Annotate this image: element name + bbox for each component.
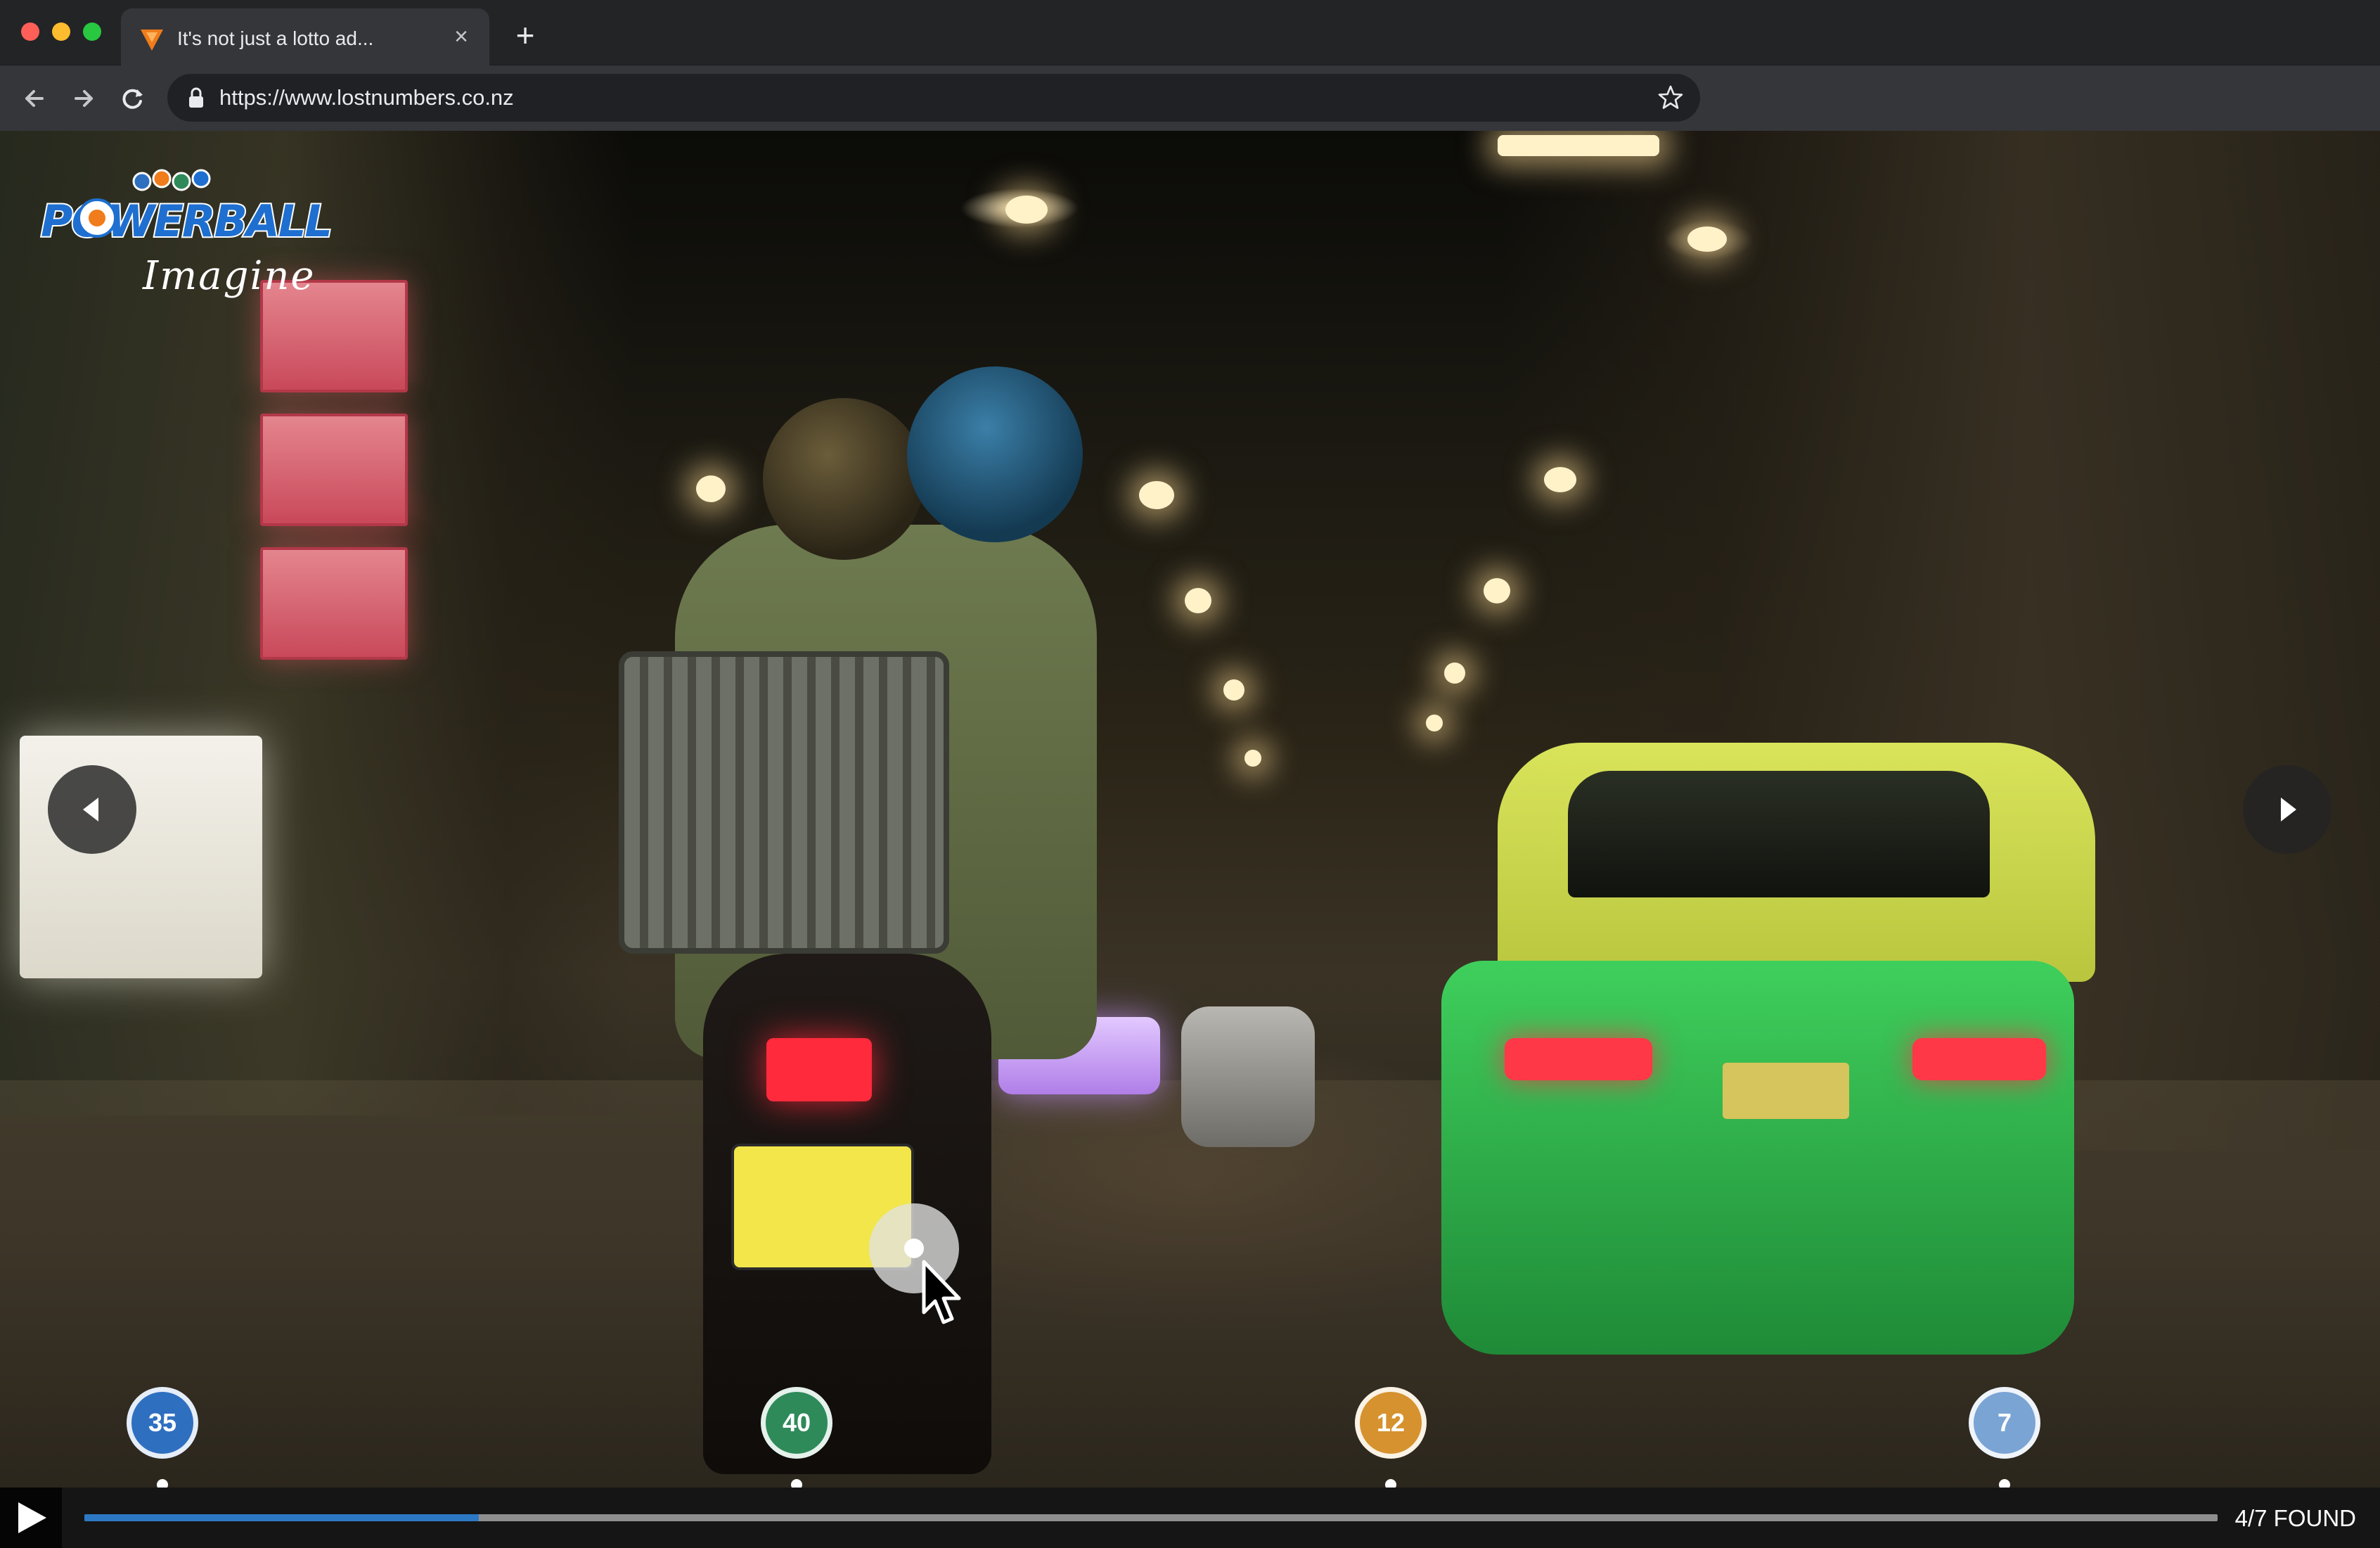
browser-tab-active[interactable]: It's not just a lotto ad... × (121, 8, 489, 65)
street-light (1426, 715, 1443, 731)
browser-tab-bar: It's not just a lotto ad... × + (0, 0, 2380, 65)
powerball-imagine-logo[interactable]: POWERBALL Imagine (39, 166, 334, 299)
motorbike-taillight (766, 1038, 872, 1101)
overhead-light (1498, 135, 1659, 156)
street-light (1005, 196, 1048, 224)
play-icon (18, 1502, 46, 1533)
powerball-triangle-icon (141, 30, 163, 51)
forward-arrow-icon[interactable] (65, 79, 103, 117)
hotspot-center-dot (904, 1239, 924, 1258)
taxi-taillight-left (1505, 1038, 1652, 1080)
street-light (1223, 679, 1244, 701)
address-bar[interactable]: https://www.lostnumbers.co.nz (167, 74, 1700, 122)
found-number-value: 7 (1997, 1408, 2012, 1437)
chevron-left-icon (83, 798, 98, 821)
video-progress-fill (84, 1514, 480, 1521)
reload-icon[interactable] (114, 79, 152, 117)
street-light (696, 475, 726, 502)
play-button[interactable] (0, 1488, 62, 1548)
close-icon[interactable]: × (447, 23, 475, 51)
street-light (1185, 588, 1211, 613)
found-number-marker[interactable]: 35 (127, 1387, 198, 1459)
found-number-marker[interactable]: 12 (1355, 1387, 1427, 1459)
video-frame[interactable] (0, 131, 2380, 1488)
found-number-value: 12 (1376, 1408, 1406, 1437)
next-scene-button[interactable] (2243, 765, 2331, 854)
chevron-right-icon (2281, 798, 2296, 821)
logo-o-emblem (77, 198, 117, 238)
distant-car (1181, 1006, 1315, 1147)
previous-scene-button[interactable] (48, 765, 136, 854)
browser-toolbar: https://www.lostnumbers.co.nz (0, 65, 2380, 131)
lock-icon (189, 87, 203, 108)
taxi-rear-window (1568, 771, 1990, 897)
found-counter: 4/7 FOUND (2234, 1505, 2356, 1531)
street-light (1687, 226, 1727, 252)
logo-tagline: Imagine (143, 253, 316, 299)
tab-title: It's not just a lotto ad... (177, 27, 374, 49)
luggage-rack (619, 651, 949, 954)
rider-helmet-rear (763, 398, 925, 560)
lottery-balls-icon (132, 169, 211, 191)
red-chinese-signs (252, 280, 418, 681)
window-close-button[interactable] (21, 23, 39, 41)
street-light (1484, 578, 1510, 603)
found-number-value: 40 (782, 1408, 811, 1437)
found-number-value: 35 (148, 1408, 177, 1437)
video-progress-bar[interactable] (84, 1514, 2218, 1521)
window-minimize-button[interactable] (52, 23, 70, 41)
plus-icon[interactable]: + (508, 19, 543, 55)
roadside-lightbox-sign (20, 736, 262, 978)
taxi-taillight-right (1912, 1038, 2046, 1080)
rider-helmet-front (907, 366, 1083, 542)
video-control-bar: 4/7 FOUND (0, 1488, 2380, 1548)
street-light (1544, 467, 1576, 492)
street-light (1244, 750, 1261, 767)
back-arrow-icon[interactable] (15, 79, 53, 117)
street-light (1444, 663, 1465, 684)
star-icon[interactable] (1657, 84, 1685, 112)
window-zoom-button[interactable] (83, 23, 101, 41)
street-light (1139, 481, 1174, 509)
mouse-pointer-icon (922, 1260, 961, 1324)
found-number-marker[interactable]: 7 (1969, 1387, 2040, 1459)
taxi-car (1441, 961, 2074, 1355)
taxi-license-plate (1723, 1063, 1849, 1119)
found-number-marker[interactable]: 40 (761, 1387, 832, 1459)
address-url[interactable]: https://www.lostnumbers.co.nz (219, 85, 514, 110)
